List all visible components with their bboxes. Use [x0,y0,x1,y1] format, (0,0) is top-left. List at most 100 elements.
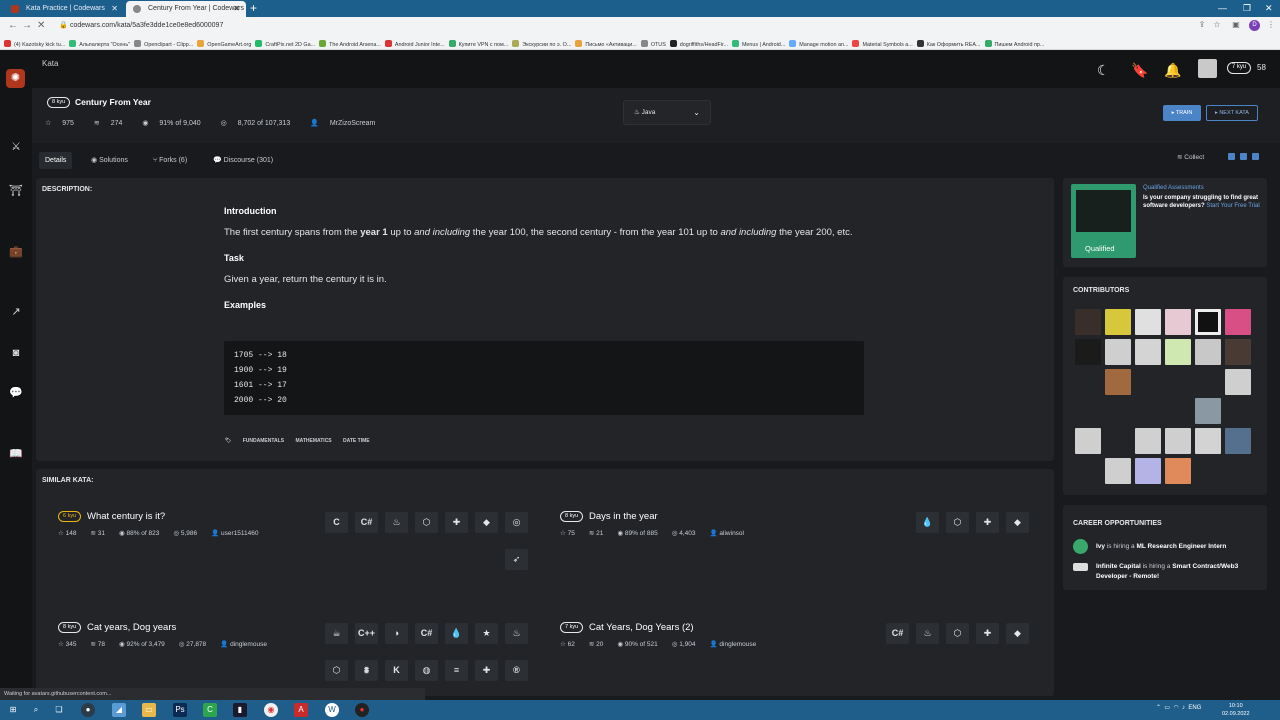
minimize-icon[interactable]: — [1218,0,1227,17]
bookmark-item[interactable]: Android Junior Inte... [384,38,445,49]
kotlin-language-icon[interactable]: K [385,660,408,681]
bookmark-item[interactable]: dogriffiths/HeadFir... [669,38,728,49]
stat-author[interactable]: 👤 MrZizoScream [310,120,384,127]
forward-icon[interactable]: → [22,19,32,33]
maximize-icon[interactable]: ❐ [1243,0,1251,17]
browser-tab-kata-practice[interactable]: Kata Practice | Codewars ✕ [4,1,124,17]
bookmark-item[interactable]: Экскурсии по э. О... [512,38,571,49]
bookmark-item[interactable]: Купите VPN с пом... [448,38,508,49]
bookmark-item[interactable]: Как Оформить REA... [916,38,981,49]
bookmark-item[interactable]: Manage motion an... [789,38,848,49]
ad-link[interactable]: Start Your Free Trial [1206,203,1259,209]
elixir-language-icon[interactable]: 💧 [445,623,468,644]
close-window-icon[interactable]: ✕ [1265,0,1273,17]
avatar[interactable] [1105,458,1131,484]
app-icon[interactable]: ◢ [112,703,126,717]
php-language-icon[interactable]: ◍ [415,660,438,681]
wifi-icon[interactable]: ◠ [1173,705,1178,711]
avatar[interactable] [1195,339,1221,365]
coffeescript-language-icon[interactable]: ☕ [325,623,348,644]
task-view-icon[interactable]: ❏ [52,703,66,717]
profile-avatar[interactable]: D [1249,20,1260,31]
bookmark-item[interactable]: Письмо «Активаци... [575,38,637,49]
bookmark-item[interactable]: The Android Arsena... [319,38,381,49]
csharp-language-icon[interactable]: C# [355,512,378,533]
bookmark-item[interactable]: OTUS [640,38,666,49]
job-listing[interactable]: Ivy is hiring a ML Research Engineer Int… [1096,542,1256,552]
docs-book-icon[interactable]: 📖 [9,447,23,461]
discord-icon[interactable]: ◙ [9,346,23,360]
avatar[interactable] [1165,339,1191,365]
leaderboard-icon[interactable]: ↗ [9,305,23,319]
julia-language-icon[interactable]: ⩩ [355,660,378,681]
avatar[interactable] [1165,458,1191,484]
avatar[interactable] [1075,428,1101,454]
typescript-language-icon[interactable]: ◆ [475,512,498,533]
avatar[interactable] [1105,369,1131,395]
clock[interactable]: 10:10 02.09.2022 [1222,702,1250,718]
twitter-share-icon[interactable] [1240,153,1247,160]
avatar[interactable] [1105,309,1131,335]
briefcase-icon[interactable]: 💼 [9,245,23,259]
practice-icon[interactable]: ⚔ [9,140,23,154]
tag[interactable]: MATHEMATICS [295,438,331,444]
tag[interactable]: FUNDAMENTALS [243,438,284,444]
collect-button[interactable]: ≋ Collect [1177,153,1204,161]
facebook-share-icon[interactable] [1252,153,1259,160]
ad-title[interactable]: Qualified Assessments [1143,185,1204,191]
python-language-icon[interactable]: ✚ [976,623,999,644]
typescript-language-icon[interactable]: ◆ [1006,512,1029,533]
bookmark-icon[interactable]: 🔖 [1131,62,1148,79]
bookmark-item[interactable]: CraftPix.net 2D Ga... [255,38,315,49]
similar-kata-title[interactable]: What century is it? [87,511,165,522]
bookmark-item[interactable]: OpenGameArt.org [197,38,251,49]
avatar[interactable] [1195,309,1221,335]
close-icon[interactable]: ✕ [233,1,240,17]
bookmark-item[interactable]: Menus | Android... [731,38,785,49]
app-icon[interactable]: C [203,703,217,717]
avatar[interactable] [1195,428,1221,454]
swift-language-icon[interactable]: ➶ [505,549,528,570]
tab-details[interactable]: Details [39,152,73,169]
intellij-icon[interactable]: ▮ [233,703,247,717]
new-tab-button[interactable]: + [250,0,257,17]
c-language-icon[interactable]: C [325,512,348,533]
bookmark-item[interactable]: (4) Kazotsky kick tu... [4,38,65,49]
app-icon[interactable]: ● [81,703,95,717]
menu-icon[interactable]: ⋮ [1266,20,1276,30]
avatar[interactable] [1225,428,1251,454]
r-language-icon[interactable]: ® [505,660,528,681]
dojo-icon[interactable]: ⛩ [9,184,23,198]
next-kata-button[interactable]: ▸ NEXT KATA [1206,105,1258,121]
avatar[interactable] [1075,309,1101,335]
tab-solutions[interactable]: ◉ Solutions [85,152,134,169]
windows-start-icon[interactable]: ⊞ [6,703,20,717]
bookmark-star-icon[interactable]: ☆ [1212,20,1222,30]
typescript-language-icon[interactable]: ◆ [1006,623,1029,644]
python-language-icon[interactable]: ✚ [976,512,999,533]
share-icon[interactable]: ⇪ [1197,20,1207,30]
chat-icon[interactable]: 💬 [9,386,23,400]
tab-discourse[interactable]: 💬 Discourse (301) [207,152,279,169]
tab-forks[interactable]: ⑂ Forks (6) [147,152,193,169]
cpp-language-icon[interactable]: C++ [355,623,378,644]
train-button[interactable]: ▸ TRAIN [1163,105,1201,121]
breadcrumb[interactable]: Kata [42,59,58,68]
photoshop-icon[interactable]: Ps [173,703,187,717]
avatar[interactable] [1135,428,1161,454]
dark-mode-moon-icon[interactable]: ☾ [1097,62,1110,79]
tag[interactable]: DATE TIME [343,438,370,444]
bookmark-item[interactable]: Material Symbols a... [852,38,913,49]
codewars-logo-icon[interactable]: ✺ [6,69,25,88]
job-listing[interactable]: Infinite Capital is hiring a Smart Contr… [1096,562,1256,582]
javascript-language-icon[interactable]: ⬡ [946,512,969,533]
avatar[interactable] [1198,59,1217,78]
avatar[interactable] [1225,309,1251,335]
elm-language-icon[interactable]: ★ [475,623,498,644]
purescript-language-icon[interactable]: ≡ [445,660,468,681]
browser-tab-century-from-year[interactable]: Century From Year | Codewars ✕ [126,1,246,17]
python-language-icon[interactable]: ✚ [445,512,468,533]
javascript-language-icon[interactable]: ⬡ [325,660,348,681]
avatar[interactable] [1165,309,1191,335]
javascript-language-icon[interactable]: ⬡ [946,623,969,644]
